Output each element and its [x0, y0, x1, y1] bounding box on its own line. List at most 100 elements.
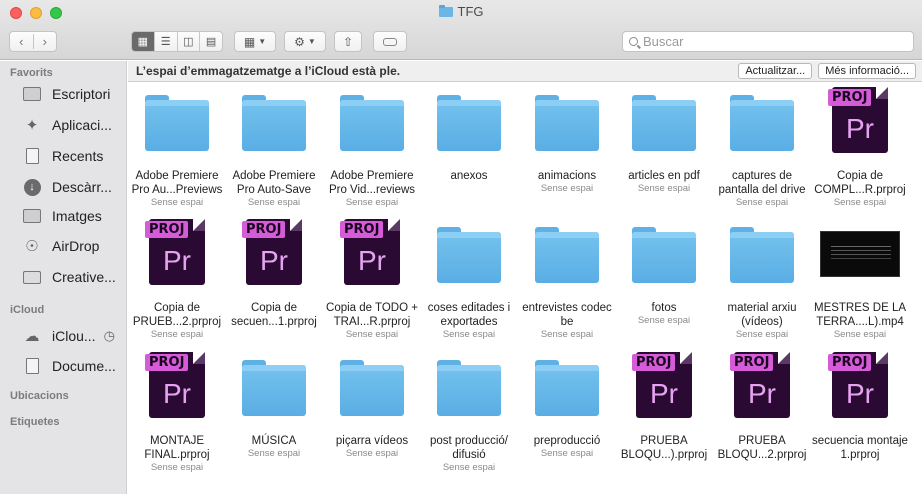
- file-name: coses editades i exportades: [427, 302, 511, 328]
- file-status: Sense espai: [345, 448, 399, 459]
- file-item[interactable]: fotos Sense espai: [615, 215, 713, 345]
- folder-icon: [242, 95, 306, 151]
- file-item[interactable]: PROJ Pr Copia de TODO + TRAI...R.prproj Sen…: [323, 215, 421, 345]
- file-item[interactable]: PROJ Pr Copia de COMPL...R.prproj Sense esp…: [811, 83, 909, 213]
- file-item-label: animacions Sense espai: [518, 169, 616, 195]
- file-item[interactable]: preproducció Sense espai: [518, 348, 616, 478]
- premiere-project-icon: PROJ Pr: [828, 87, 888, 153]
- file-item[interactable]: Adobe Premiere Pro Auto-Save Sense espai: [225, 83, 323, 213]
- pr-glyph: Pr: [748, 378, 776, 409]
- file-name: Adobe Premiere Pro Auto-Save: [232, 170, 316, 196]
- sidebar-item-creative[interactable]: Creative...: [0, 265, 127, 289]
- proj-badge: PROJ: [828, 89, 872, 106]
- file-item-label: coses editades i exportades Sense espai: [420, 301, 518, 341]
- progress-icon: ◷: [103, 328, 115, 343]
- file-item-label: MONTAJE FINAL.prproj Sense espai: [128, 434, 226, 474]
- toolbar: TFG ‹ › ▦ ☰ ◫ ▤ ▦ ▼ ⚙ ▼ ⇧ Buscar: [0, 0, 922, 60]
- file-item[interactable]: anexos: [420, 83, 518, 213]
- tags-button[interactable]: [373, 31, 407, 52]
- file-item[interactable]: captures de pantalla del drive Sense espa…: [713, 83, 811, 213]
- file-item[interactable]: piçarra vídeos Sense espai: [323, 348, 421, 478]
- file-name: MONTAJE FINAL.prproj: [144, 435, 210, 461]
- folder-icon: [632, 227, 696, 283]
- pr-glyph: Pr: [163, 378, 191, 409]
- sidebar-item-downloads[interactable]: ↓ Descàrr...: [0, 175, 127, 199]
- sidebar-item-label: Docume...: [52, 358, 116, 374]
- sidebar-item-label: Recents: [52, 148, 104, 164]
- forward-button[interactable]: ›: [34, 34, 57, 49]
- update-button[interactable]: Actualitzar...: [738, 63, 813, 79]
- group-by-button[interactable]: ▦ ▼: [234, 31, 276, 52]
- file-item[interactable]: PROJ Pr secuencia montaje 1.prproj: [811, 348, 909, 478]
- sidebar-item-icloud-drive[interactable]: ☁ iClou... ◷: [0, 324, 127, 348]
- file-item-label: Copia de secuen...1.prproj: [225, 301, 323, 329]
- sidebar-item-pictures[interactable]: Imatges: [0, 204, 127, 228]
- file-item[interactable]: PROJ Pr PRUEBA BLOQU...2.prproj: [713, 348, 811, 478]
- file-item-label: Adobe Premiere Pro Auto-Save Sense espai: [225, 169, 323, 209]
- file-name: captures de pantalla del drive: [718, 170, 806, 196]
- list-view-button[interactable]: ☰: [155, 32, 178, 51]
- sidebar-item-airdrop[interactable]: ☉ AirDrop: [0, 234, 127, 258]
- icon-view-button[interactable]: ▦: [132, 32, 155, 51]
- folder-icon: [242, 360, 306, 416]
- file-status: Sense espai: [637, 315, 691, 326]
- sidebar-item-label: Escriptori: [52, 86, 111, 102]
- file-item[interactable]: PROJ Pr Copia de secuen...1.prproj: [225, 215, 323, 345]
- file-status: Sense espai: [442, 462, 496, 473]
- file-item-label: articles en pdf Sense espai: [615, 169, 713, 195]
- file-item[interactable]: entrevistes codec be Sense espai: [518, 215, 616, 345]
- proj-badge: PROJ: [145, 221, 189, 238]
- file-status: Sense espai: [833, 329, 887, 340]
- file-name: MÚSICA: [251, 435, 297, 447]
- column-view-button[interactable]: ◫: [178, 32, 201, 51]
- sidebar-item-label: Aplicaci...: [52, 117, 112, 133]
- file-item[interactable]: Adobe Premiere Pro Au...Previews Sense es…: [128, 83, 226, 213]
- folder-icon: [340, 360, 404, 416]
- file-status: Sense espai: [735, 329, 789, 340]
- pr-glyph: Pr: [846, 113, 874, 144]
- more-info-button[interactable]: Més informació...: [818, 63, 916, 79]
- file-item[interactable]: PROJ Pr Copia de PRUEB...2.prproj Sense esp…: [128, 215, 226, 345]
- file-item[interactable]: PROJ Pr PRUEBA BLOQU...).prproj: [615, 348, 713, 478]
- action-button[interactable]: ⚙ ▼: [284, 31, 326, 52]
- sidebar-item-applications[interactable]: ✦ Aplicaci...: [0, 113, 127, 137]
- chevron-down-icon: ▼: [307, 37, 316, 46]
- file-item[interactable]: post producció/ difusió Sense espai: [420, 348, 518, 478]
- file-item-label: MESTRES DE LA TERRA....L).mp4 Sense espai: [811, 301, 909, 341]
- file-item[interactable]: material arxiu (vídeos) Sense espai: [713, 215, 811, 345]
- file-item[interactable]: Adobe Premiere Pro Vid...reviews Sense es…: [323, 83, 421, 213]
- file-item-label: material arxiu (vídeos) Sense espai: [713, 301, 811, 341]
- file-item-label: captures de pantalla del drive Sense espa…: [713, 169, 811, 209]
- file-item[interactable]: coses editades i exportades Sense espai: [420, 215, 518, 345]
- applications-icon: ✦: [25, 117, 39, 134]
- file-item-label: anexos: [420, 169, 518, 183]
- file-item[interactable]: MÚSICA Sense espai: [225, 348, 323, 478]
- proj-badge: PROJ: [632, 354, 676, 371]
- back-button[interactable]: ‹: [10, 34, 34, 49]
- file-name: Copia de TODO + TRAI...R.prproj: [326, 302, 418, 328]
- chevron-down-icon: ▼: [258, 37, 267, 46]
- file-status: Sense espai: [150, 329, 204, 340]
- sidebar-item-documents[interactable]: Docume...: [0, 354, 127, 378]
- sidebar-item-desktop[interactable]: Escriptori: [0, 82, 127, 106]
- sidebar-item-recents[interactable]: Recents: [0, 144, 127, 168]
- gallery-view-button[interactable]: ▤: [200, 32, 222, 51]
- desktop-icon: [22, 85, 42, 103]
- sidebar-item-label: AirDrop: [52, 238, 100, 254]
- downloads-icon: ↓: [22, 178, 42, 196]
- file-item[interactable]: PROJ Pr MONTAJE FINAL.prproj Sense espai: [128, 348, 226, 478]
- file-item-label: Adobe Premiere Pro Au...Previews Sense es…: [128, 169, 226, 209]
- file-name: fotos: [651, 302, 677, 314]
- file-status: Sense espai: [150, 197, 204, 208]
- banner-message: L’espai d’emmagatzematge a l’iCloud està…: [136, 64, 401, 78]
- file-item[interactable]: animacions Sense espai: [518, 83, 616, 213]
- finder-window: TFG ‹ › ▦ ☰ ◫ ▤ ▦ ▼ ⚙ ▼ ⇧ Buscar Favorit…: [0, 0, 922, 494]
- pr-glyph: Pr: [650, 378, 678, 409]
- search-input[interactable]: Buscar: [622, 31, 914, 52]
- file-name: entrevistes codec be: [522, 302, 612, 328]
- share-button[interactable]: ⇧: [334, 31, 362, 52]
- folder-icon: [535, 95, 599, 151]
- file-name: Adobe Premiere Pro Au...Previews: [131, 170, 223, 196]
- file-item[interactable]: articles en pdf Sense espai: [615, 83, 713, 213]
- file-item[interactable]: MESTRES DE LA TERRA....L).mp4 Sense espai: [811, 215, 909, 345]
